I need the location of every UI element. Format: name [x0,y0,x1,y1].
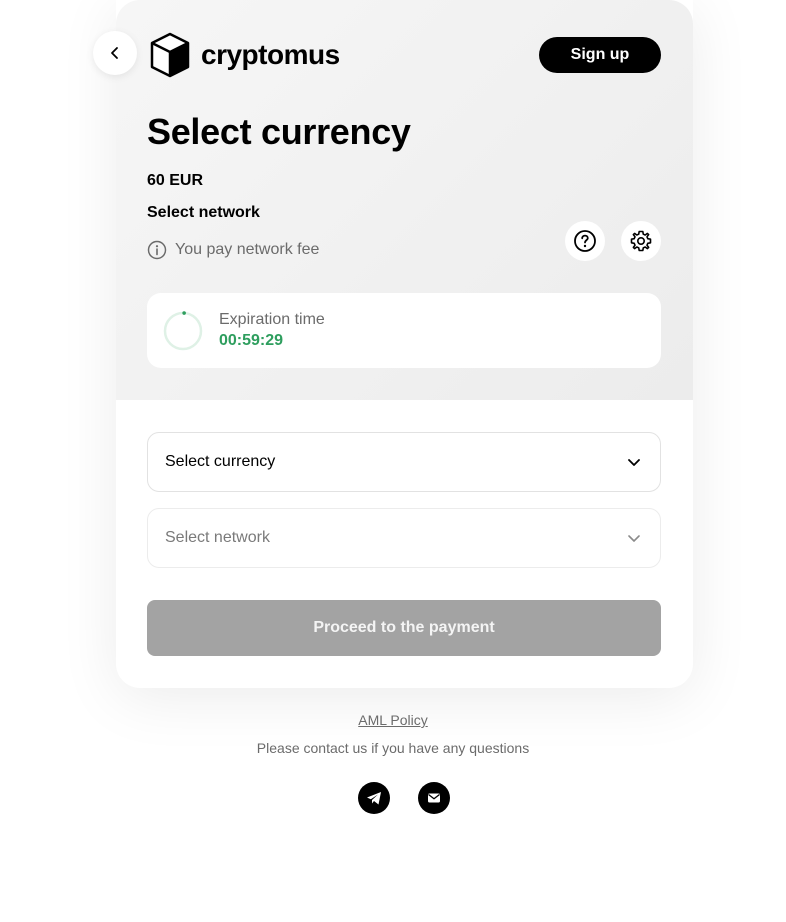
aml-policy-link[interactable]: AML Policy [358,712,428,728]
payment-amount: 60 EUR [147,172,204,189]
logo-text: cryptomus [201,39,340,70]
help-button[interactable] [565,221,605,261]
proceed-to-payment-button[interactable]: Proceed to the payment [147,600,661,656]
question-circle-icon [573,229,597,253]
expiration-countdown: 00:59:29 [219,331,284,349]
timer-ring-icon [163,310,203,351]
telegram-button[interactable] [358,782,390,814]
email-icon [426,790,442,806]
network-select[interactable]: Select network [147,508,661,568]
gear-icon [629,229,653,253]
telegram-icon [365,789,383,807]
email-button[interactable] [418,782,450,814]
network-select-placeholder: Select network [165,529,270,546]
page-title: Select currency [147,111,411,152]
network-label: Select network [147,204,260,221]
expiration-timer-box: Expiration time 00:59:29 [147,293,661,368]
currency-select[interactable]: Select currency [147,432,661,492]
network-fee-note: You pay network fee [147,240,319,260]
chevron-left-icon [108,46,122,60]
signup-button[interactable]: Sign up [539,37,661,73]
expiration-label: Expiration time [219,310,325,328]
chevron-down-icon [626,454,642,470]
network-fee-text: You pay network fee [175,241,320,258]
chevron-down-icon [626,530,642,546]
currency-select-placeholder: Select currency [165,453,276,470]
aml-policy-row: AML Policy [0,712,786,728]
cryptomus-logo[interactable]: cryptomus [149,32,340,78]
cube-logo-icon [149,32,191,78]
info-circle-icon [147,240,167,260]
contact-text: Please contact us if you have any questi… [256,740,530,756]
back-button[interactable] [93,31,137,75]
settings-button[interactable] [621,221,661,261]
